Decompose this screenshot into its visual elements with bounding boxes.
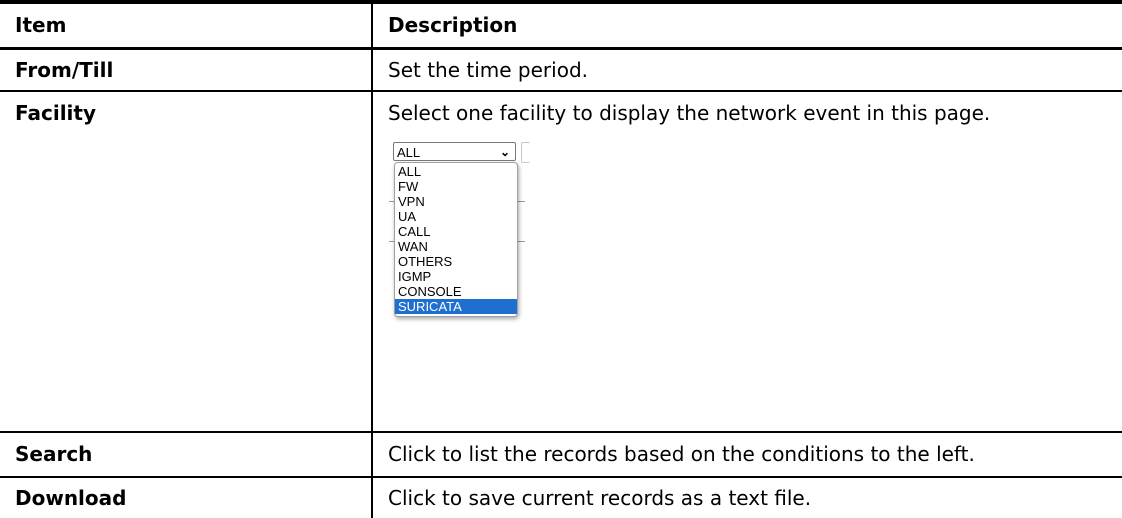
dropdown-option[interactable]: ALL bbox=[395, 164, 517, 179]
dropdown-option[interactable]: CONSOLE bbox=[395, 284, 517, 299]
dropdown-option[interactable]: VPN bbox=[395, 194, 517, 209]
dropdown-option[interactable]: OTHERS bbox=[395, 254, 517, 269]
row-item-label: Facility bbox=[15, 101, 97, 125]
row-description: Click to save current records as a text … bbox=[371, 477, 1122, 518]
dropdown-option-selected[interactable]: SURICATA bbox=[395, 299, 517, 314]
facility-select-value: ALL bbox=[397, 145, 421, 160]
chevron-down-icon: ⌄ bbox=[499, 145, 510, 159]
table-row: From/Till Set the time period. bbox=[0, 48, 1122, 92]
facility-select[interactable]: ALL ⌄ bbox=[393, 142, 516, 161]
header-item: Item bbox=[0, 0, 372, 50]
description-table: Item Description From/Till Set the time … bbox=[0, 0, 1122, 518]
dropdown-option[interactable]: WAN bbox=[395, 239, 517, 254]
dropdown-option[interactable]: FW bbox=[395, 179, 517, 194]
dropdown-option[interactable]: UA bbox=[395, 209, 517, 224]
table-header-row: Item Description bbox=[0, 0, 1122, 50]
dropdown-option[interactable]: IGMP bbox=[395, 269, 517, 284]
row-item-label: From/Till bbox=[0, 48, 372, 92]
dropdown-option[interactable]: CALL bbox=[395, 224, 517, 239]
header-description: Description bbox=[371, 0, 1122, 50]
row-description: Set the time period. bbox=[371, 48, 1122, 92]
facility-select-screenshot: ALL ⌄ ALL FW VPN UA CALL WAN OTHERS IGMP… bbox=[389, 142, 543, 317]
row-description: Select one facility to display the netwo… bbox=[388, 101, 991, 125]
table-row: Search Click to list the records based o… bbox=[0, 432, 1122, 478]
table-row: Download Click to save current records a… bbox=[0, 477, 1122, 518]
row-item-label: Search bbox=[0, 432, 372, 478]
row-item-label: Download bbox=[15, 486, 127, 510]
adjacent-input-edge bbox=[521, 142, 530, 163]
table-row: Facility Select one facility to display … bbox=[0, 91, 1122, 433]
row-description: Click to list the records based on the c… bbox=[371, 432, 1122, 478]
facility-dropdown-list: ALL FW VPN UA CALL WAN OTHERS IGMP CONSO… bbox=[394, 162, 518, 317]
